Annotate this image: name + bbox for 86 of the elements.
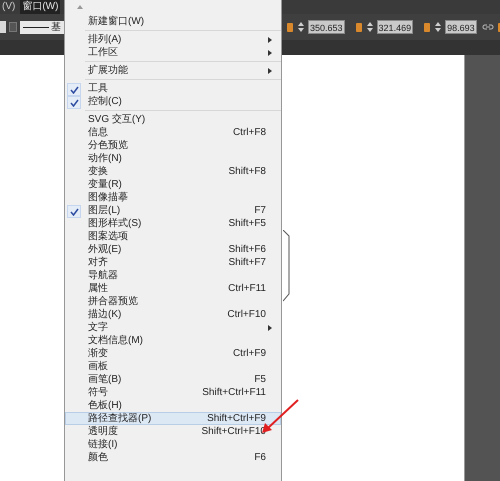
menu-item-label: 导航器	[88, 269, 118, 282]
menu-item[interactable]: 属性 Ctrl+F11	[65, 282, 281, 295]
menu-item-label: 图像描摹	[88, 191, 128, 204]
menu-item[interactable]: 描边(K) Ctrl+F10	[65, 308, 281, 321]
menu-item-label: 路径查找器(P)	[88, 412, 152, 425]
menu-item-label: 图层(L)	[88, 204, 120, 217]
shortcut-text: F7	[254, 204, 267, 217]
menu-item-label: 图形样式(S)	[88, 217, 142, 230]
menu-item-label: 属性	[88, 282, 108, 295]
menu-item[interactable]: 新建窗口(W)	[65, 15, 281, 28]
shortcut-text: Ctrl+F8	[232, 126, 267, 139]
menu-item-label: 变量(R)	[88, 178, 122, 191]
menu-item[interactable]: 图案选项	[65, 230, 281, 243]
menu-item-label: 扩展功能	[88, 64, 128, 77]
menu-item-label: 描边(K)	[88, 308, 122, 321]
menu-item[interactable]: 工具	[65, 82, 281, 95]
stroke-style-dropdown[interactable]: 基	[20, 20, 64, 34]
menu-item[interactable]: 链接(I)	[65, 438, 281, 451]
menu-item-label: 画笔(B)	[88, 373, 122, 386]
menu-item[interactable]: 导航器	[65, 269, 281, 282]
menu-item[interactable]: 路径查找器(P) Shift+Ctrl+F9	[65, 412, 281, 425]
menu-item-label: 外观(E)	[88, 243, 122, 256]
menu-bar-item[interactable]: 窗口(W)	[20, 0, 60, 14]
number-field[interactable]: 98.693	[445, 20, 477, 34]
menu-item[interactable]: 控制(C)	[65, 95, 281, 108]
shortcut-text: F6	[254, 451, 267, 464]
menu-item-label: 动作(N)	[88, 152, 122, 165]
number-field[interactable]: 321.469	[376, 20, 414, 34]
number-field[interactable]: 350.653	[308, 20, 345, 34]
menu-item-label: 对齐	[88, 256, 108, 269]
menu-item-label: 文字	[88, 321, 108, 334]
menu-item-label: 变换	[88, 165, 108, 178]
menu-item[interactable]: 信息 Ctrl+F8	[65, 126, 281, 139]
menu-item[interactable]: 渐变 Ctrl+F9	[65, 347, 281, 360]
menu-item-label: 颜色	[88, 451, 108, 464]
shortcut-text: Ctrl+F10	[227, 308, 267, 321]
menu-item[interactable]: 排列(A)	[65, 33, 281, 46]
shortcut-text: Shift+Ctrl+F10	[202, 425, 267, 438]
menu-item[interactable]: 工作区	[65, 46, 281, 59]
menu-item-label: 控制(C)	[88, 95, 122, 108]
menu-item-label: 透明度	[88, 425, 118, 438]
shortcut-text: Shift+F8	[228, 165, 267, 178]
menu-item[interactable]: 文档信息(M)	[65, 334, 281, 347]
menu-item-label: 工具	[88, 82, 108, 95]
menu-item-label: 信息	[88, 126, 108, 139]
menu-item[interactable]: 动作(N)	[65, 152, 281, 165]
menu-item[interactable]: SVG 交互(Y)	[65, 113, 281, 126]
menu-item-label: 新建窗口(W)	[88, 15, 144, 28]
menu-item[interactable]: 扩展功能	[65, 64, 281, 77]
menu-item[interactable]: 图形样式(S) Shift+F5	[65, 217, 281, 230]
menu-item-label: 渐变	[88, 347, 108, 360]
shortcut-text: Shift+Ctrl+F11	[202, 386, 267, 399]
menu-item-label: 排列(A)	[88, 33, 122, 46]
menu-item-label: 画板	[88, 360, 108, 373]
shortcut-text: Ctrl+F11	[228, 282, 267, 295]
menu-item[interactable]: 对齐 Shift+F7	[65, 256, 281, 269]
menu-item-label: 符号	[88, 386, 108, 399]
menu-item[interactable]: 图层(L) F7	[65, 204, 281, 217]
menu-item[interactable]: 色板(H)	[65, 399, 281, 412]
shortcut-text: Shift+F5	[228, 217, 267, 230]
menu-item[interactable]: 颜色 F6	[65, 451, 281, 464]
menu-item[interactable]: 文字	[65, 321, 281, 334]
menu-item[interactable]: 变量(R)	[65, 178, 281, 191]
menu-bar-item[interactable]: (V)	[0, 0, 18, 14]
menu-item[interactable]: 图像描摹	[65, 191, 281, 204]
shortcut-text: F5	[254, 373, 267, 386]
menu-item[interactable]: 画板	[65, 360, 281, 373]
shortcut-text: Shift+F6	[228, 243, 267, 256]
menu-item[interactable]: 透明度 Shift+Ctrl+F10	[65, 425, 281, 438]
menu-item-label: 色板(H)	[88, 399, 122, 412]
menu-item-label: 分色预览	[88, 139, 128, 152]
menu-item-label: 拼合器预览	[88, 295, 138, 308]
menu-item-label: 文档信息(M)	[88, 334, 143, 347]
menu-item[interactable]: 外观(E) Shift+F6	[65, 243, 281, 256]
shortcut-text: Shift+Ctrl+F9	[207, 412, 267, 425]
menu-item-label: 链接(I)	[88, 438, 118, 451]
menu-item-label: 图案选项	[88, 230, 128, 243]
menu-item[interactable]: 拼合器预览	[65, 295, 281, 308]
menu-item[interactable]: 画笔(B) F5	[65, 373, 281, 386]
menu-item[interactable]: 符号 Shift+Ctrl+F11	[65, 386, 281, 399]
menu-item-label: 工作区	[88, 46, 118, 59]
menu-item-label: SVG 交互(Y)	[88, 113, 146, 126]
shortcut-text: Ctrl+F9	[232, 347, 267, 360]
shortcut-text: Shift+F7	[228, 256, 267, 269]
menu-item[interactable]: 变换 Shift+F8	[65, 165, 281, 178]
menu-item[interactable]: 分色预览	[65, 139, 281, 152]
